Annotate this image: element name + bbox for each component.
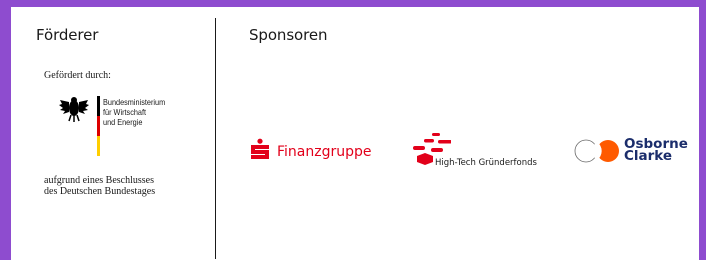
htgf-label: High-Tech Gründerfonds: [435, 158, 537, 168]
finanzgruppe-label: Finanzgruppe: [277, 144, 372, 160]
high-tech-gruenderfonds-logo[interactable]: High-Tech Gründerfonds: [411, 132, 561, 172]
column-divider: [215, 18, 216, 259]
ministry-name: Bundesministerium für Wirtschaft und Ene…: [103, 97, 166, 127]
osborne-clarke-label: Osborne Clarke: [624, 136, 688, 164]
foerderer-heading: Förderer: [36, 26, 99, 44]
german-flag-stripe: [97, 96, 100, 156]
sparkasse-s-icon: [251, 138, 269, 159]
sponsors-card: Förderer Sponsoren Gefördert durch: Bund…: [11, 7, 699, 260]
beschluss-text: aufgrund eines Beschlusses des Deutschen…: [44, 175, 156, 197]
bmwi-logo[interactable]: Bundesministerium für Wirtschaft und Ene…: [59, 96, 209, 166]
sponsoren-heading: Sponsoren: [249, 26, 328, 44]
osborne-clarke-circles-icon: [574, 139, 619, 163]
osborne-clarke-logo[interactable]: Osborne Clarke: [572, 136, 702, 168]
federal-eagle-icon: [59, 97, 89, 122]
gefoerdert-label: Gefördert durch:: [44, 70, 111, 81]
